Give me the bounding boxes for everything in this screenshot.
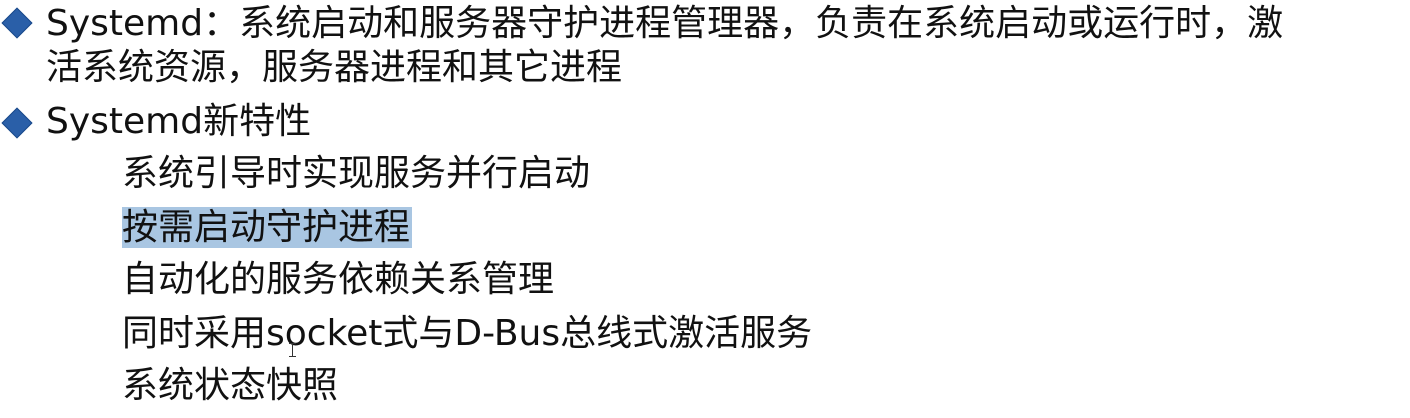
bullet-features-title: Systemd新特性: [46, 101, 312, 142]
diamond-bullet-icon: [1, 107, 33, 139]
bullet-line-1: Systemd：系统启动和服务器守护进程管理器，负责在系统启动或运行时，激: [46, 3, 1284, 44]
feature-item-on-demand: 按需启动守护进程: [122, 206, 413, 250]
feature-item-parallel-start: 系统引导时实现服务并行启动: [122, 153, 591, 194]
selected-text[interactable]: 按需启动守护进程: [122, 207, 413, 248]
diamond-bullet-icon: [1, 7, 33, 39]
bullet-line-2: 活系统资源，服务器进程和其它进程: [46, 47, 623, 88]
slide: Systemd：系统启动和服务器守护进程管理器，负责在系统启动或运行时，激 活系…: [0, 0, 1410, 418]
feature-item-dependency-management: 自动化的服务依赖关系管理: [122, 259, 555, 300]
feature-item-snapshot: 系统状态快照: [122, 365, 339, 406]
feature-item-socket-dbus-activation: 同时采用socket式与D-Bus总线式激活服务: [122, 313, 813, 354]
text-cursor-icon: [289, 343, 296, 357]
